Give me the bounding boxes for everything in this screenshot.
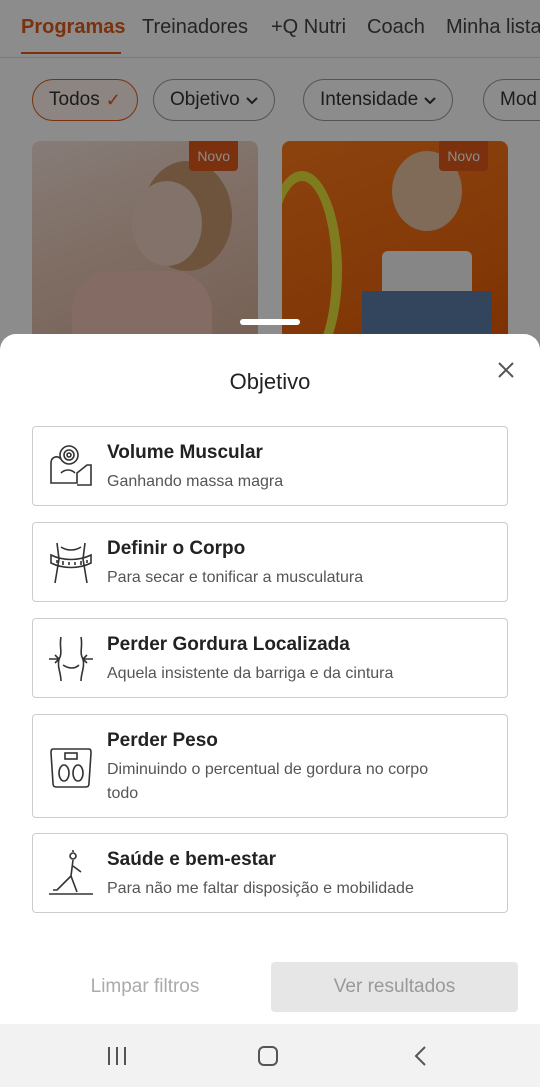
option-definir-o-corpo[interactable]: Definir o Corpo Para secar e tonificar a…	[32, 522, 508, 602]
clear-filters-button[interactable]: Limpar filtros	[32, 962, 258, 1012]
waist-arrows-icon	[47, 635, 95, 683]
sheet-title: Objetivo	[229, 369, 311, 394]
home-icon[interactable]	[248, 1040, 288, 1072]
option-description: Ganhando massa magra	[107, 473, 284, 490]
option-title: Perder Peso	[107, 730, 218, 751]
option-saude-e-bem-estar[interactable]: Saúde e bem-estar Para não me faltar dis…	[32, 833, 508, 913]
option-title: Saúde e bem-estar	[107, 849, 276, 870]
option-description: Aquela insistente da barriga e da cintur…	[107, 665, 394, 682]
option-description: Para secar e tonificar a musculatura	[107, 569, 364, 586]
option-perder-gordura-localizada[interactable]: Perder Gordura Localizada Aquela insiste…	[32, 618, 508, 698]
option-volume-muscular[interactable]: Volume Muscular Ganhando massa magra	[32, 426, 508, 506]
recent-apps-icon[interactable]	[97, 1040, 137, 1072]
option-description: Para não me faltar disposição e mobilida…	[107, 880, 414, 897]
objective-filter-sheet: Objetivo Volume Muscular Ganhando massa …	[0, 334, 540, 1024]
measuring-tape-torso-icon	[47, 539, 95, 587]
close-icon[interactable]	[490, 354, 522, 386]
yoga-pose-icon	[47, 850, 95, 898]
sheet-drag-handle[interactable]	[240, 319, 300, 325]
scale-icon	[47, 743, 95, 791]
bicep-weight-icon	[47, 443, 95, 491]
option-title: Definir o Corpo	[107, 538, 246, 559]
system-navigation-bar	[0, 1024, 540, 1087]
option-title: Volume Muscular	[107, 442, 263, 463]
see-results-button[interactable]: Ver resultados	[271, 962, 518, 1012]
option-perder-peso[interactable]: Perder Peso Diminuindo o percentual de g…	[32, 714, 508, 818]
option-description: Diminuindo o percentual de gordura no co…	[107, 761, 429, 802]
option-title: Perder Gordura Localizada	[107, 634, 350, 655]
back-icon[interactable]	[400, 1040, 440, 1072]
